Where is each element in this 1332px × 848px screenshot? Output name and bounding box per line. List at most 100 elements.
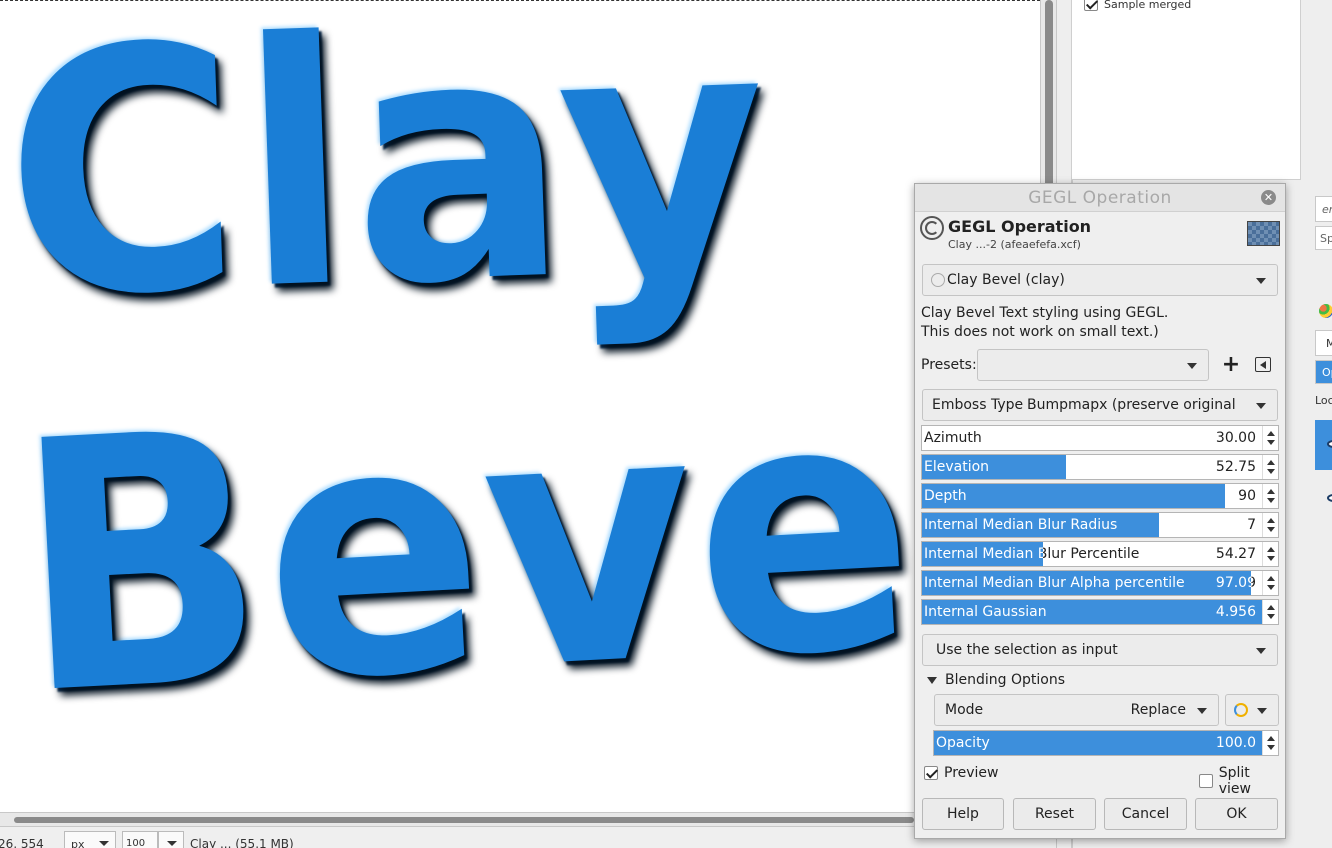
chevron-down-icon	[167, 841, 177, 846]
selection-input-select[interactable]: Use the selection as input	[922, 634, 1278, 666]
dialog-header: GEGL Operation Clay ...-2 (afeaefefa.xcf…	[915, 212, 1285, 256]
sample-merged-checkbox[interactable]: Sample merged	[1084, 0, 1191, 11]
spin-arrows-icon[interactable]	[1262, 484, 1278, 508]
spin-arrows-icon[interactable]	[1262, 731, 1278, 755]
palette-icon[interactable]	[1319, 304, 1332, 318]
param-value: 30.00	[1215, 430, 1256, 446]
ok-button[interactable]: OK	[1195, 798, 1278, 830]
header-title: GEGL Operation	[948, 217, 1092, 236]
param-spin-scale[interactable]: Internal Median Blur Percentile54.27Inte…	[921, 541, 1279, 567]
param-spin-scale[interactable]: Internal Median Blur Alpha percentile 97.…	[921, 570, 1279, 596]
blend-mode-label: Mode	[945, 702, 984, 718]
split-view-checkbox[interactable]: Split view	[1199, 765, 1285, 797]
param-label: Internal Median Blur Radius	[924, 517, 1118, 533]
param-text-white: Internal Median Blur Alpha percentile 97.…	[922, 571, 1256, 595]
param-value: 52.75	[1215, 459, 1256, 475]
image-thumbnail	[1247, 221, 1280, 246]
checkbox-unchecked-icon[interactable]	[1199, 774, 1213, 788]
unit-select[interactable]: px	[64, 831, 116, 848]
spin-arrows-icon[interactable]	[1262, 426, 1278, 450]
dock-spacing-field[interactable]: Spa	[1315, 226, 1332, 250]
emboss-type-select[interactable]: Emboss Type Bumpmapx (preserve original …	[922, 389, 1278, 443]
gimp-window: { "canvas": { "line1": "Clay", "line2": …	[0, 0, 1332, 848]
spin-arrows-icon[interactable]	[1262, 571, 1278, 595]
zoom-field[interactable]: 100 %	[122, 831, 158, 848]
canvas-horizontal-scrollbar[interactable]	[0, 812, 1056, 826]
param-label: Azimuth	[924, 430, 982, 446]
dock-text-field[interactable]: en	[1315, 196, 1332, 222]
canvas-text-clay: Clay	[0, 0, 775, 373]
eye-icon[interactable]	[1327, 494, 1332, 502]
opacity-spin-scale[interactable]: Opacity 100.0 Opacity 100.0	[933, 730, 1279, 756]
cancel-button[interactable]: Cancel	[1104, 798, 1187, 830]
presets-select[interactable]	[977, 349, 1209, 381]
horizontal-scroll-thumb[interactable]	[14, 817, 914, 823]
image-canvas[interactable]: Clay Bevel	[0, 0, 1040, 812]
chevron-down-icon	[1256, 403, 1266, 409]
zoom-value: 100 %	[126, 838, 146, 848]
add-preset-icon[interactable]: +	[1221, 351, 1241, 379]
spin-arrows-icon[interactable]	[1262, 542, 1278, 566]
param-spin-scale[interactable]: Internal Gaussian 4.956Internal Gaussian 4…	[921, 599, 1279, 625]
status-bar: 26, 554 px 100 % Clay ... (55.1 MB)	[0, 826, 1056, 848]
param-spin-scale[interactable]: Depth90Depth90	[921, 483, 1279, 509]
operation-description: Clay Bevel Text styling using GEGL. This…	[921, 305, 1169, 340]
chevron-down-icon	[1257, 708, 1267, 714]
chevron-down-icon	[99, 841, 109, 846]
param-value: 97.09	[1215, 575, 1256, 591]
spin-arrows-icon[interactable]	[1262, 455, 1278, 479]
param-value: 54.27	[1215, 546, 1256, 562]
checkbox-checked-icon[interactable]	[1084, 0, 1098, 11]
param-label: Elevation	[924, 459, 990, 475]
zoom-dropdown[interactable]	[158, 831, 184, 848]
preview-label: Preview	[944, 765, 999, 781]
presets-label: Presets:	[921, 357, 977, 373]
split-view-label: Split view	[1218, 765, 1251, 797]
reset-button[interactable]: Reset	[1013, 798, 1096, 830]
blending-options-expander[interactable]: Blending Options	[927, 672, 1065, 688]
param-spin-scale[interactable]: Internal Median Blur Radius7Internal Med…	[921, 512, 1279, 538]
status-message: Clay ... (55.1 MB)	[190, 837, 294, 848]
composite-mode-icon	[1234, 703, 1248, 717]
preview-checkbox[interactable]: Preview	[924, 765, 999, 781]
layers-opacity-field[interactable]: Op	[1315, 360, 1332, 384]
dialog-titlebar[interactable]: GEGL Operation ✕	[915, 184, 1285, 212]
sample-merged-label: Sample merged	[1104, 0, 1192, 11]
blend-mode-select[interactable]: Mode Replace	[934, 694, 1219, 726]
operation-select[interactable]: Clay Bevel (clay)	[922, 264, 1278, 296]
gegl-operation-dialog: GEGL Operation ✕ GEGL Operation Clay ...…	[914, 183, 1286, 839]
tool-options-panel: Sample merged	[1071, 0, 1301, 180]
param-label: Internal Median Blur Alpha percentile	[924, 575, 1185, 591]
chevron-down-icon	[1197, 708, 1207, 714]
help-button[interactable]: Help	[922, 798, 1004, 830]
emboss-type-label: Emboss Type	[932, 397, 1024, 413]
spin-arrows-icon[interactable]	[1262, 513, 1278, 537]
dialog-window-title: GEGL Operation	[1028, 188, 1172, 208]
param-text-white: Internal Gaussian 4.956	[922, 600, 1278, 624]
composite-mode-select[interactable]	[1225, 694, 1279, 726]
param-spin-scale[interactable]: Azimuth 30.00 Azimuth 30.00	[921, 425, 1279, 451]
chevron-down-icon	[1256, 648, 1266, 654]
opacity-label: Opacity	[936, 735, 990, 751]
spin-arrows-icon[interactable]	[1262, 600, 1278, 624]
gegl-logo-icon	[920, 216, 944, 240]
close-icon[interactable]: ✕	[1261, 190, 1276, 205]
manage-presets-icon[interactable]	[1255, 357, 1271, 372]
param-label: Internal Gaussian	[924, 604, 1047, 620]
chevron-down-icon	[1256, 278, 1266, 284]
unit-value: px	[71, 838, 85, 848]
param-spin-scale[interactable]: Elevation52.75Elevation52.75	[921, 454, 1279, 480]
param-text-black: Azimuth 30.00	[922, 426, 1278, 450]
param-text-white: Depth 90	[922, 484, 1225, 508]
param-value: 4.956	[1215, 604, 1256, 620]
checkbox-checked-icon[interactable]	[924, 766, 938, 780]
layers-mode-field[interactable]: M	[1315, 330, 1332, 356]
header-subtitle: Clay ...-2 (afeaefefa.xcf)	[948, 238, 1081, 251]
param-label: Depth	[924, 488, 967, 504]
canvas-text-bevel: Bevel	[8, 318, 1037, 772]
selection-input-value: Use the selection as input	[936, 642, 1118, 658]
opacity-value: 100.0	[1215, 735, 1256, 751]
gegl-operation-icon	[931, 273, 945, 287]
operation-value: Clay Bevel (clay)	[947, 272, 1065, 288]
blending-options-label: Blending Options	[945, 672, 1065, 688]
